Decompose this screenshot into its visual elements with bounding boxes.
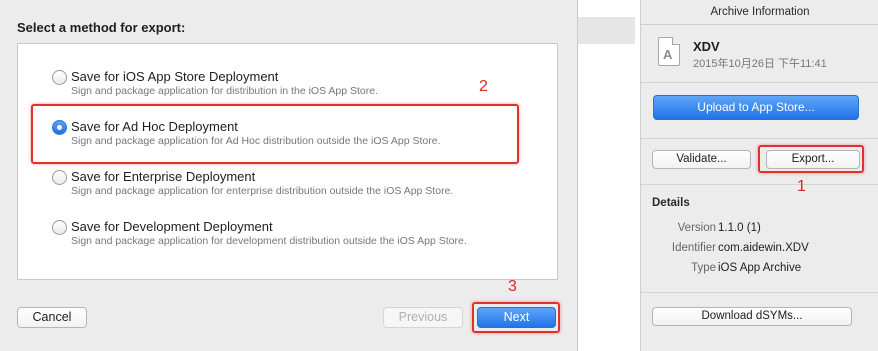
option-description: Sign and package application for enterpr… xyxy=(71,185,454,197)
validate-button[interactable]: Validate... xyxy=(652,150,751,169)
previous-button[interactable]: Previous xyxy=(383,307,463,328)
upload-to-app-store-button[interactable]: Upload to App Store... xyxy=(653,95,859,120)
radio-button[interactable] xyxy=(52,70,67,85)
highlight-export-button xyxy=(758,145,864,173)
detail-label: Version xyxy=(677,222,716,234)
radio-button[interactable] xyxy=(52,220,67,235)
highlight-next-button xyxy=(472,302,560,333)
option-title: Save for Enterprise Deployment xyxy=(71,169,256,184)
detail-label: Type xyxy=(691,262,716,274)
archive-file-icon: A xyxy=(658,37,680,66)
step-3-label: 3 xyxy=(508,278,517,295)
detail-value: 1.1.0 (1) xyxy=(718,222,761,234)
cancel-button[interactable]: Cancel xyxy=(17,307,87,328)
option-title: Save for iOS App Store Deployment xyxy=(71,69,279,84)
archive-info-panel: Archive Information A XDV 2015年10月26日 下午… xyxy=(640,0,878,351)
step-1-label: 1 xyxy=(797,178,806,195)
divider xyxy=(641,184,878,185)
option-description: Sign and package application for distrib… xyxy=(71,85,379,97)
sheet-title: Select a method for export: xyxy=(17,20,186,35)
divider xyxy=(641,138,878,139)
divider xyxy=(641,292,878,293)
export-sheet: Select a method for export: Save for iOS… xyxy=(0,0,578,351)
archive-date: 2015年10月26日 下午11:41 xyxy=(693,58,827,70)
panel-header: Archive Information xyxy=(641,0,878,25)
divider xyxy=(641,82,878,83)
detail-label: Identifier xyxy=(671,242,716,254)
option-description: Sign and package application for develop… xyxy=(71,235,467,247)
highlight-ad-hoc-option xyxy=(31,104,519,164)
radio-button[interactable] xyxy=(52,170,67,185)
detail-value: com.aidewin.XDV xyxy=(718,242,809,254)
details-title: Details xyxy=(652,197,690,209)
step-2-label: 2 xyxy=(479,78,488,95)
background-row xyxy=(578,17,635,44)
option-title: Save for Development Deployment xyxy=(71,219,273,234)
app-name: XDV xyxy=(693,39,720,54)
detail-value: iOS App Archive xyxy=(718,262,802,274)
download-dsyms-button[interactable]: Download dSYMs... xyxy=(652,307,852,326)
